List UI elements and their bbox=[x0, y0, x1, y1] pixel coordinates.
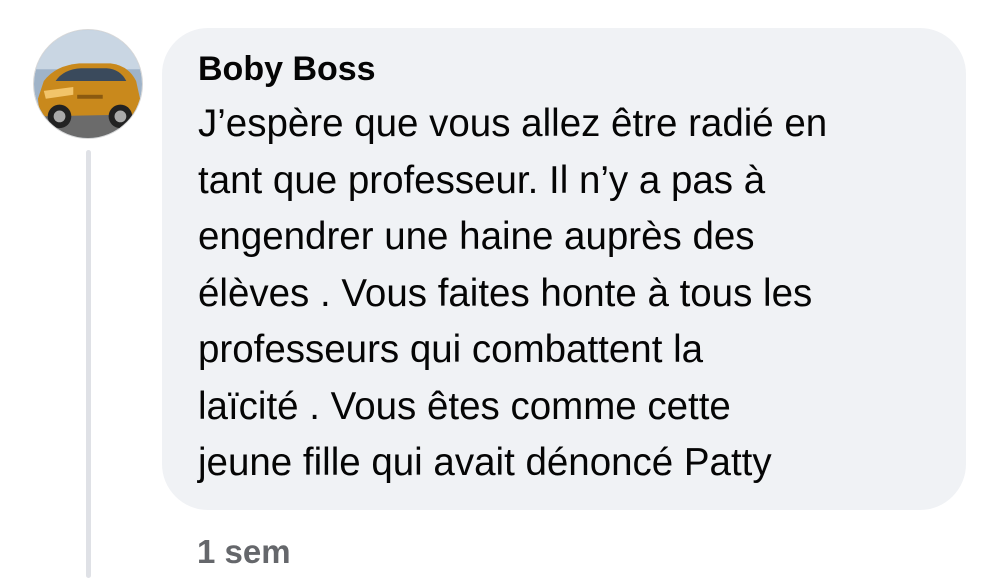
comment-author[interactable]: Boby Boss bbox=[198, 51, 930, 87]
avatar[interactable] bbox=[33, 29, 143, 139]
thread-line bbox=[86, 150, 91, 578]
comment-timestamp[interactable]: 1 sem bbox=[197, 532, 291, 572]
comment-bubble: Boby Boss J’espère que vous allez être r… bbox=[162, 28, 966, 510]
car-photo-avatar-icon bbox=[34, 30, 142, 138]
comment-text: J’espère que vous allez être radié en ta… bbox=[198, 102, 828, 484]
